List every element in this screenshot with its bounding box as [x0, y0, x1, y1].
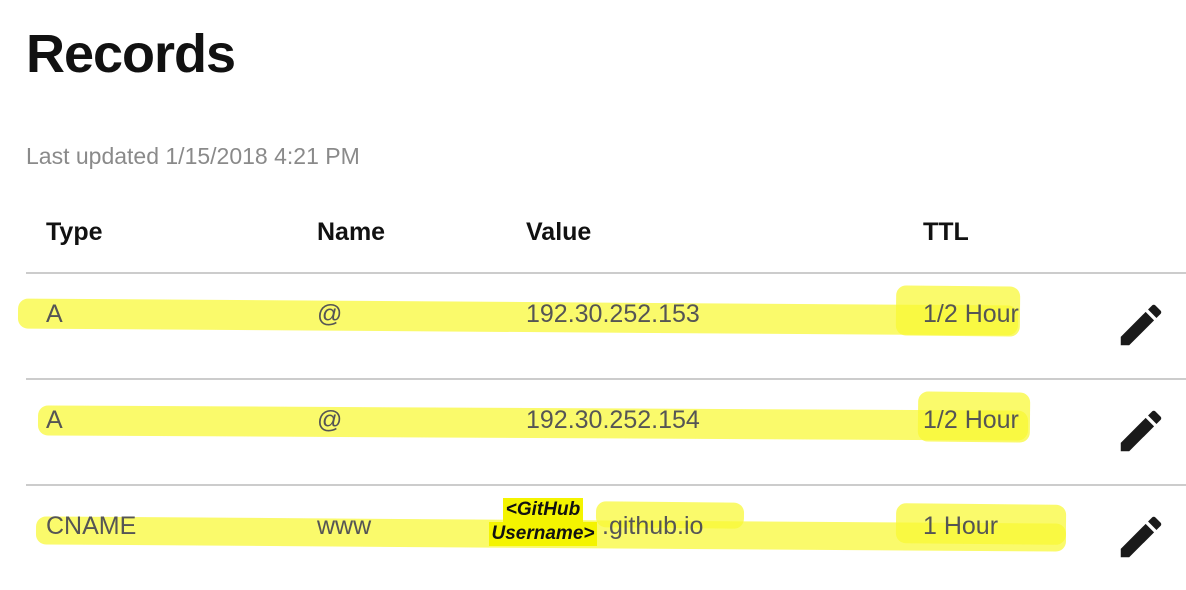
record-name: www [317, 512, 372, 540]
table-row: CNAME www <GitHub Username> .github.io 1… [26, 486, 1186, 590]
record-name: @ [317, 406, 343, 434]
table-row: A @ 192.30.252.154 1/2 Hour [26, 380, 1186, 486]
pencil-icon[interactable] [1114, 510, 1168, 564]
pencil-icon[interactable] [1114, 298, 1168, 352]
pencil-icon[interactable] [1114, 404, 1168, 458]
records-table: Type Name Value TTL A @ 192.30.252.153 1… [17, 200, 1186, 590]
placeholder-line-2: Username> [488, 522, 598, 546]
record-type: A [46, 406, 63, 434]
type-column-header: Type [46, 218, 103, 246]
ttl-column-header: TTL [923, 218, 969, 246]
value-domain-suffix: .github.io [602, 512, 704, 540]
record-ttl: 1/2 Hour [923, 406, 1019, 434]
record-ttl: 1/2 Hour [923, 300, 1019, 328]
github-username-placeholder: <GitHub Username> [488, 498, 598, 546]
record-value: 192.30.252.154 [526, 406, 700, 434]
name-column-header: Name [317, 218, 386, 246]
last-updated-text: Last updated 1/15/2018 4:21 PM [26, 143, 360, 169]
record-type: CNAME [46, 512, 137, 540]
table-row: A @ 192.30.252.153 1/2 Hour [17, 274, 1186, 380]
record-ttl: 1 Hour [923, 512, 999, 540]
page-title: Records [26, 24, 236, 84]
record-type: A [46, 300, 63, 328]
table-header: Type Name Value TTL [26, 200, 1186, 274]
record-value: 192.30.252.153 [526, 300, 700, 328]
record-name: @ [317, 300, 343, 328]
record-value: <GitHub Username> .github.io [488, 498, 704, 546]
marker-highlight [17, 298, 1019, 336]
value-column-header: Value [526, 218, 592, 246]
placeholder-line-1: <GitHub [502, 498, 584, 522]
